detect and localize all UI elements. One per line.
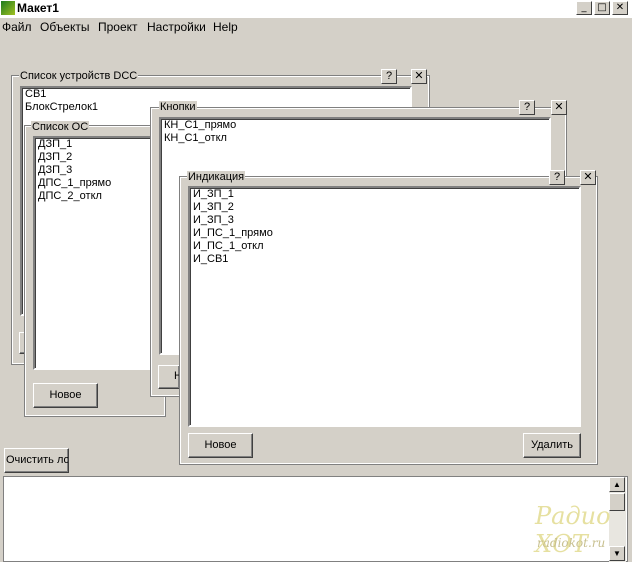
minimize-button[interactable]: _ xyxy=(576,1,592,15)
dcc-panel-title: Список устройств DCC xyxy=(19,70,139,82)
buttons-panel-title: Кнопки xyxy=(159,101,197,113)
menu-file[interactable]: Файл xyxy=(2,20,32,34)
menu-objects[interactable]: Объекты xyxy=(40,20,90,34)
indication-list[interactable]: И_ЗП_1 И_ЗП_2 И_ЗП_3 И_ПС_1_прямо И_ПС_1… xyxy=(188,186,581,427)
menu-project[interactable]: Проект xyxy=(98,20,138,34)
buttons-close-button[interactable]: ✕ xyxy=(551,100,567,115)
list-item[interactable]: КН_С1_прямо xyxy=(161,119,549,132)
list-item[interactable]: И_ЗП_2 xyxy=(190,201,579,214)
os-list[interactable]: ДЗП_1 ДЗП_2 ДЗП_3 ДПС_1_прямо ДПС_2_откл xyxy=(33,136,158,370)
clear-log-button[interactable]: Очистить лог xyxy=(4,448,69,473)
app-icon xyxy=(1,1,15,15)
dcc-help-button[interactable]: ? xyxy=(381,69,397,84)
buttons-partial-button[interactable]: Н xyxy=(158,365,180,389)
indication-close-button[interactable]: ✕ xyxy=(580,170,596,185)
os-new-button[interactable]: Новое xyxy=(33,383,98,408)
list-item[interactable]: И_ПС_1_прямо xyxy=(190,227,579,240)
watermark-url: radiokot.ru xyxy=(537,536,606,550)
list-item[interactable]: ДЗП_3 xyxy=(35,164,156,177)
list-item[interactable]: ДПС_2_откл xyxy=(35,190,156,203)
list-item[interactable]: И_СВ1 xyxy=(190,253,579,266)
list-item[interactable]: ДЗП_1 xyxy=(35,138,156,151)
indication-panel-title: Индикация xyxy=(187,171,246,183)
list-item[interactable]: ДЗП_2 xyxy=(35,151,156,164)
list-item[interactable]: И_ПС_1_откл xyxy=(190,240,579,253)
window-title: Макет1 xyxy=(17,1,59,15)
title-bar: Макет1 _ □ ✕ xyxy=(0,0,632,18)
list-item[interactable]: И_ЗП_3 xyxy=(190,214,579,227)
menu-bar: Файл Объекты Проект Настройки Help xyxy=(0,18,632,37)
scroll-up-icon[interactable]: ▲ xyxy=(609,477,625,492)
menu-settings[interactable]: Настройки xyxy=(147,20,206,34)
os-panel-title: Список ОС xyxy=(31,121,90,133)
indication-new-button[interactable]: Новое xyxy=(188,433,253,458)
menu-help[interactable]: Help xyxy=(213,20,238,34)
buttons-help-button[interactable]: ? xyxy=(519,100,535,115)
indication-help-button[interactable]: ? xyxy=(549,170,565,185)
list-item[interactable]: СВ1 xyxy=(22,88,410,101)
maximize-button[interactable]: □ xyxy=(594,1,610,15)
list-item[interactable]: КН_С1_откл xyxy=(161,132,549,145)
list-item[interactable]: ДПС_1_прямо xyxy=(35,177,156,190)
indication-delete-button[interactable]: Удалить xyxy=(523,433,581,458)
list-item[interactable]: И_ЗП_1 xyxy=(190,188,579,201)
dcc-close-button[interactable]: ✕ xyxy=(411,69,427,84)
close-window-button[interactable]: ✕ xyxy=(612,1,628,15)
